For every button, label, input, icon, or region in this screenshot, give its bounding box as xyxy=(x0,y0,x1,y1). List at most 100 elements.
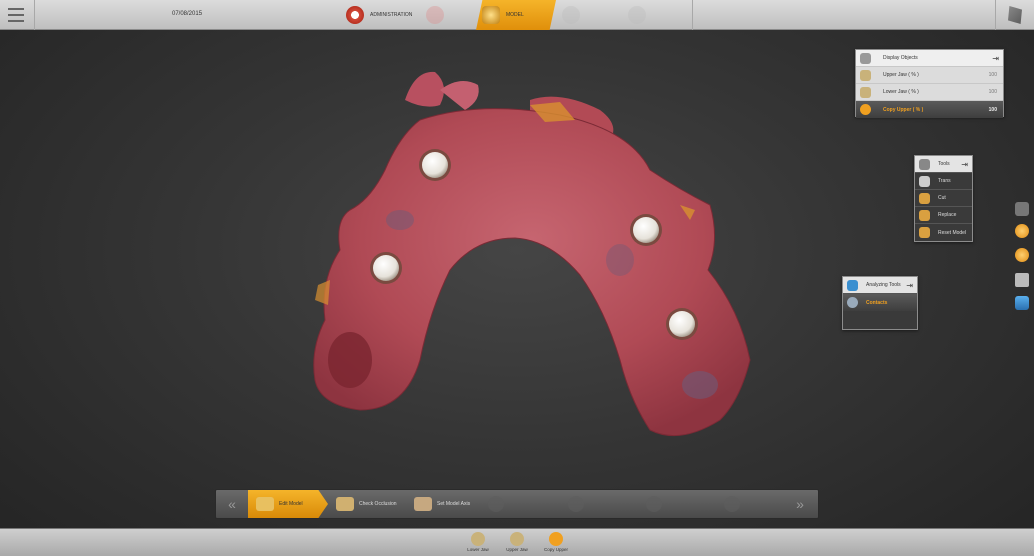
tool-reset-model[interactable]: Reset Model xyxy=(915,224,972,241)
disabled-step-icon xyxy=(568,496,584,512)
display-objects-header: Display Objects ⇥ xyxy=(856,50,1003,67)
wizard-step-label: Set Model Axis xyxy=(437,501,471,507)
display-objects-icon xyxy=(860,52,871,64)
reset-model-icon xyxy=(919,227,930,238)
step-label: ADMINISTRATION xyxy=(370,12,413,18)
step-administration[interactable]: ADMINISTRATION xyxy=(340,0,420,30)
tool-label: Trans xyxy=(938,178,951,184)
tool-label: Replace xyxy=(938,212,957,218)
tool-label: Contacts xyxy=(866,299,888,306)
tool-label: Cut xyxy=(938,195,946,201)
prev-arrow-icon[interactable]: « xyxy=(218,494,246,514)
implant-cap xyxy=(666,308,698,340)
gum-lump xyxy=(440,81,479,110)
row-label: Copy Upper ( % ) xyxy=(883,106,924,113)
scan-artifact xyxy=(315,280,330,305)
separator xyxy=(995,0,996,30)
tool-replace[interactable]: Replace xyxy=(915,207,972,224)
replace-icon xyxy=(919,209,930,221)
tool-label: Reset Model xyxy=(938,229,967,236)
analyzing-tools-icon xyxy=(847,279,858,291)
analyze-icon[interactable] xyxy=(1015,296,1029,310)
object-upper-jaw[interactable]: Upper Jaw xyxy=(499,529,535,556)
object-label: Lower Jaw xyxy=(467,547,489,552)
gum-shadow xyxy=(606,244,634,276)
step-model[interactable]: MODEL xyxy=(476,0,556,30)
step-2[interactable] xyxy=(420,0,480,30)
object-lower-jaw[interactable]: Lower Jaw xyxy=(460,529,496,556)
wizard-step-check-occlusion[interactable]: Check Occlusion xyxy=(328,490,408,518)
cube-view-icon[interactable] xyxy=(1015,202,1029,216)
object-copy-upper[interactable]: Copy Upper xyxy=(538,529,574,556)
tool-trans[interactable]: Trans xyxy=(915,173,972,190)
scan-icon xyxy=(426,6,444,24)
step-5[interactable] xyxy=(622,0,682,30)
pin-icon[interactable]: ⇥ xyxy=(961,160,968,169)
gum-shadow xyxy=(386,210,414,230)
panel-title: Display Objects xyxy=(883,55,918,61)
contacts-icon xyxy=(847,297,858,308)
date-label: 07/08/2015 xyxy=(172,11,203,17)
app-logo-icon xyxy=(1008,6,1022,24)
book-icon[interactable] xyxy=(1015,273,1029,287)
display-row-lower-jaw[interactable]: Lower Jaw ( % ) 100 xyxy=(856,84,1003,101)
upper-jaw-icon xyxy=(510,532,524,546)
row-label: Lower Jaw ( % ) xyxy=(883,89,919,95)
separator xyxy=(34,0,35,30)
trans-icon xyxy=(919,175,930,187)
tool-cut[interactable]: Cut xyxy=(915,190,972,207)
tools-icon xyxy=(919,158,930,170)
implant-cap xyxy=(419,149,451,181)
panel-title: Analyzing Tools xyxy=(866,282,901,288)
hamburger-menu-icon[interactable] xyxy=(8,8,24,22)
check-occlusion-icon xyxy=(336,497,354,511)
copy-upper-icon xyxy=(549,532,563,546)
model-icon xyxy=(482,6,500,24)
row-label: Upper Jaw ( % ) xyxy=(883,72,919,78)
step-4[interactable] xyxy=(556,0,616,30)
row-value: 100 xyxy=(988,106,997,113)
object-label: Upper Jaw xyxy=(506,547,528,552)
wizard-step-label: Check Occlusion xyxy=(359,501,397,507)
upper-jaw-icon xyxy=(860,69,871,81)
implant-cap xyxy=(370,252,402,284)
panel-title: Tools xyxy=(938,161,950,167)
wizard-step-edit-model[interactable]: Edit Model xyxy=(248,490,328,518)
edit-model-icon xyxy=(256,497,274,511)
copy-upper-icon xyxy=(860,104,871,115)
wizard-step-set-model-axis[interactable]: Set Model Axis xyxy=(406,490,486,518)
object-label: Copy Upper xyxy=(543,547,568,552)
top-toolbar: 07/08/2015 ADMINISTRATION MODEL xyxy=(0,0,1034,30)
design-icon xyxy=(562,6,580,24)
tool-orange-icon[interactable] xyxy=(1015,224,1029,238)
wizard-bar: « Edit Model Check Occlusion Set Model A… xyxy=(215,489,819,519)
disabled-step-icon xyxy=(724,496,740,512)
gum-lump xyxy=(405,71,444,107)
step-label: MODEL xyxy=(506,12,524,18)
row-value: 100 xyxy=(988,72,997,78)
tool-orange-icon[interactable] xyxy=(1015,248,1029,262)
disabled-step-icon xyxy=(488,496,504,512)
row-value: 100 xyxy=(988,89,997,95)
bottom-object-bar: Lower Jaw Upper Jaw Copy Upper xyxy=(0,528,1034,556)
export-icon xyxy=(628,6,646,24)
analyzing-tools-panel: Analyzing Tools ⇥ Contacts xyxy=(842,276,918,330)
jaw-model-3d-view[interactable] xyxy=(300,60,760,440)
gum-shadow xyxy=(682,371,718,399)
gum-shadow xyxy=(328,332,372,388)
implant-cap xyxy=(630,214,662,246)
tools-panel: Tools ⇥ Trans Cut Replace Reset Model xyxy=(914,155,973,242)
next-arrow-icon[interactable]: » xyxy=(786,494,814,514)
pin-icon[interactable]: ⇥ xyxy=(992,54,999,63)
tool-contacts[interactable]: Contacts xyxy=(843,294,917,311)
display-row-upper-jaw[interactable]: Upper Jaw ( % ) 100 xyxy=(856,67,1003,84)
disabled-step-icon xyxy=(646,496,662,512)
separator xyxy=(692,0,693,30)
pin-icon[interactable]: ⇥ xyxy=(906,281,913,290)
wizard-step-label: Edit Model xyxy=(279,501,303,507)
lower-jaw-icon xyxy=(860,86,871,98)
display-row-copy-upper[interactable]: Copy Upper ( % ) 100 xyxy=(856,101,1003,118)
tools-header: Tools ⇥ xyxy=(915,156,972,173)
administration-icon xyxy=(346,6,364,24)
display-objects-panel: Display Objects ⇥ Upper Jaw ( % ) 100 Lo… xyxy=(855,49,1004,118)
